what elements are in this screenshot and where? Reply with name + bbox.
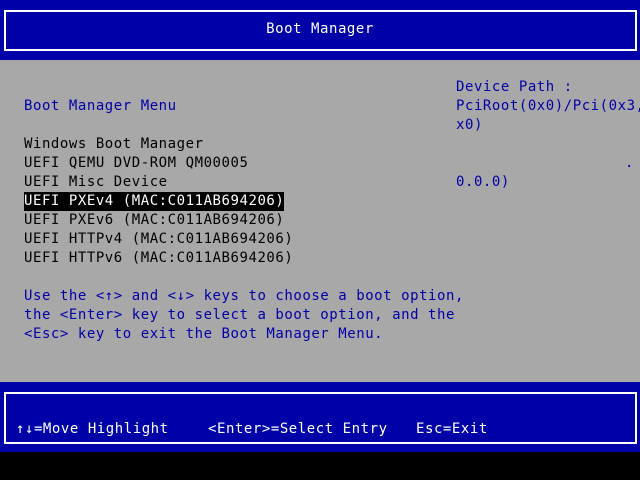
menu-title: Boot Manager Menu <box>24 98 177 114</box>
bottom-strip <box>0 452 640 480</box>
move-highlight-hint: ↑↓=Move Highlight <box>16 421 169 437</box>
footer-bar: ↑↓=Move Highlight <Enter>=Select Entry E… <box>0 382 640 452</box>
title-bar: Boot Manager <box>0 0 640 60</box>
boot-option-httpv4[interactable]: UEFI HTTPv4 (MAC:C011AB694206) <box>24 230 293 249</box>
help-text-line: the <Enter> key to select a boot option,… <box>24 307 455 323</box>
device-path-line: 0.0.0) <box>456 174 510 190</box>
exit-hint: Esc=Exit <box>416 421 488 437</box>
help-text-line: Use the <↑> and <↓> keys to choose a boo… <box>24 288 464 304</box>
page-title: Boot Manager <box>266 21 374 37</box>
device-path-line: x0) <box>456 117 483 133</box>
device-path-line: . <box>625 155 634 171</box>
boot-option-httpv6[interactable]: UEFI HTTPv6 (MAC:C011AB694206) <box>24 249 293 268</box>
boot-option-pxev4[interactable]: UEFI PXEv4 (MAC:C011AB694206) <box>24 192 285 211</box>
boot-option-pxev6[interactable]: UEFI PXEv6 (MAC:C011AB694206) <box>24 211 284 230</box>
boot-option-qemu-dvd-rom[interactable]: UEFI QEMU DVD-ROM QM00005 <box>24 154 248 173</box>
help-text-line: <Esc> key to exit the Boot Manager Menu. <box>24 326 384 342</box>
boot-option-windows-boot-manager[interactable]: Windows Boot Manager <box>24 135 204 154</box>
boot-option-misc-device[interactable]: UEFI Misc Device <box>24 173 168 192</box>
device-path-label: Device Path : <box>456 79 573 95</box>
select-entry-hint: <Enter>=Select Entry <box>208 421 388 437</box>
device-path-line: PciRoot(0x0)/Pci(0x3,0 <box>456 98 640 114</box>
